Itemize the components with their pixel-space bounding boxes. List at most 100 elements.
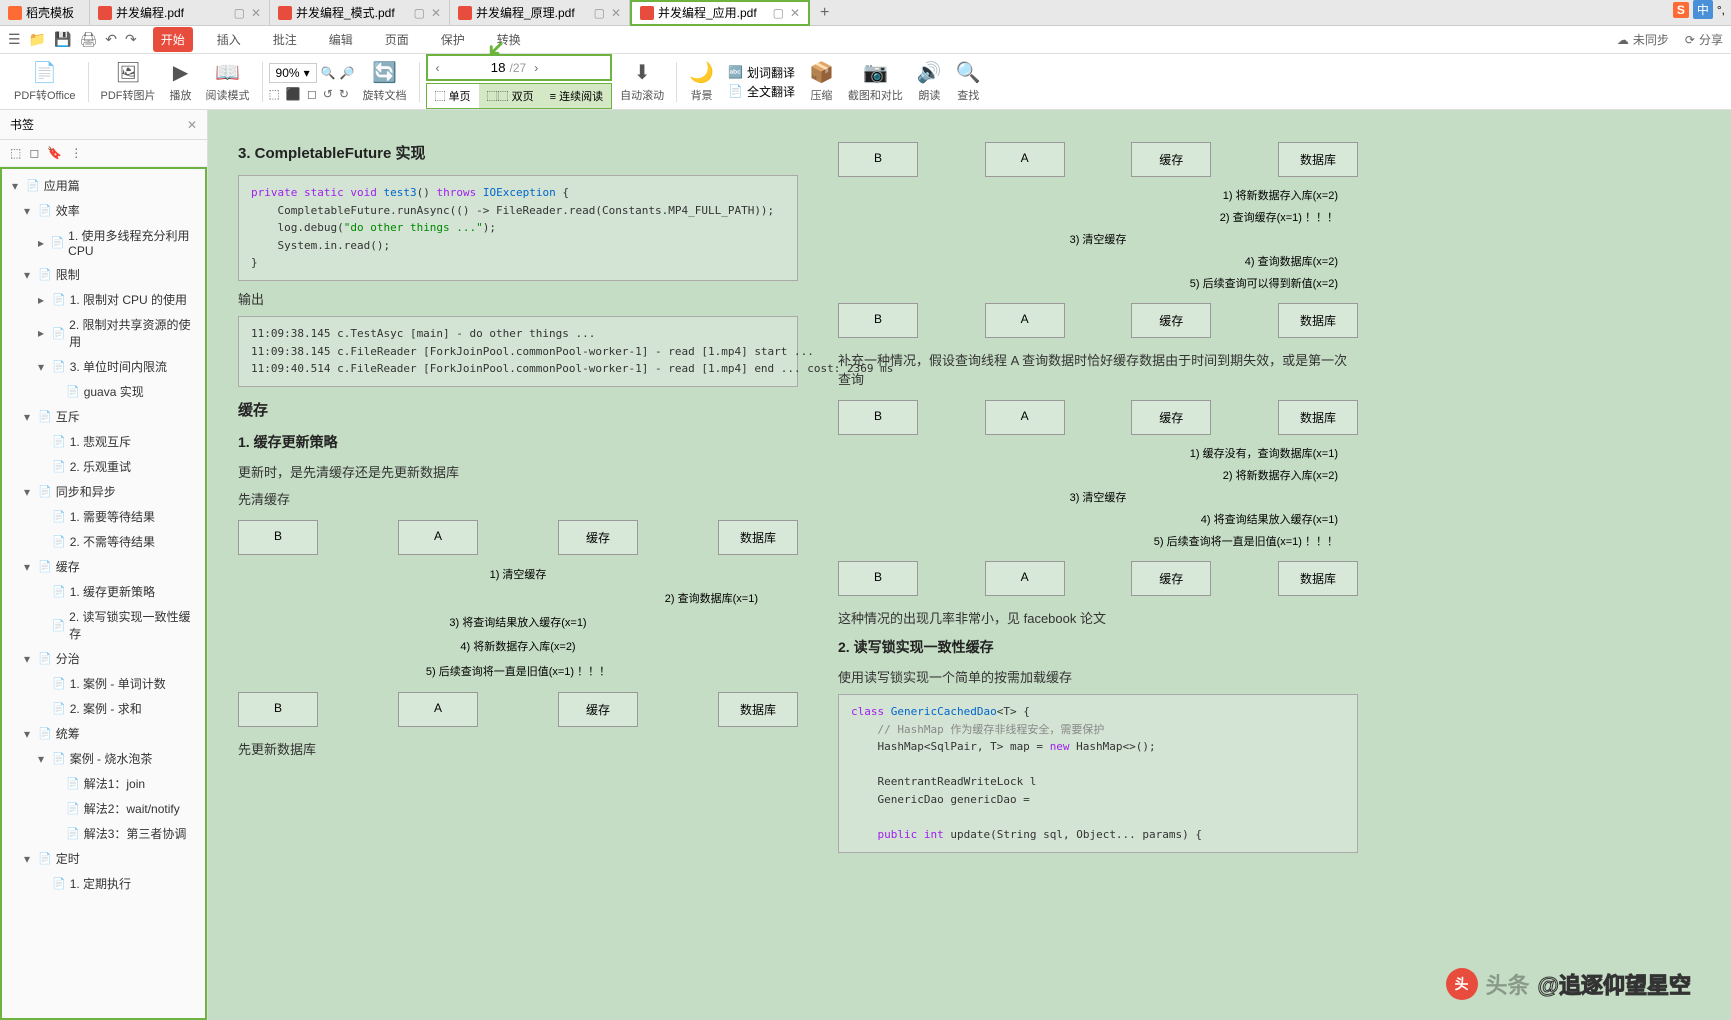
zoom-select[interactable]: 90% ▾: [269, 63, 317, 83]
bookmark-item[interactable]: 📄解法3：第三者协调: [6, 821, 201, 846]
bookmark-item[interactable]: ▾📄分治: [6, 646, 201, 671]
tree-toggle-icon[interactable]: ▾: [24, 204, 34, 218]
screenshot-button[interactable]: 📷 截图和对比: [842, 61, 909, 103]
double-page-button[interactable]: ⬚⬚ 双页: [479, 84, 542, 108]
open-icon[interactable]: 📁: [29, 31, 46, 48]
tab-pdf-active[interactable]: 并发编程_应用.pdf ▢ ✕: [630, 0, 810, 26]
rotate-left-icon[interactable]: ↺: [323, 87, 333, 101]
tree-toggle-icon[interactable]: ▾: [24, 727, 34, 741]
bookmark-item[interactable]: ▾📄统筹: [6, 721, 201, 746]
redo-icon[interactable]: ↷: [125, 31, 137, 48]
bookmark-item[interactable]: 📄guava 实现: [6, 379, 201, 404]
bookmark-item[interactable]: ▾📄案例 - 烧水泡茶: [6, 746, 201, 771]
next-page-button[interactable]: ›: [528, 59, 544, 77]
bookmark-item[interactable]: 📄1. 定期执行: [6, 871, 201, 896]
bookmark-item[interactable]: 📄1. 缓存更新策略: [6, 579, 201, 604]
tab-pdf-1[interactable]: 并发编程.pdf ▢ ✕: [90, 0, 270, 26]
bookmark-item[interactable]: ▾📄定时: [6, 846, 201, 871]
menu-icon[interactable]: ☰: [8, 31, 21, 48]
bookmark-item[interactable]: 📄2. 不需等待结果: [6, 529, 201, 554]
pdf-content[interactable]: 3. CompletableFuture 实现 private static v…: [208, 110, 1731, 1020]
tab-close-icon[interactable]: ✕: [251, 6, 261, 20]
bookmark-item[interactable]: ▸📄1. 使用多线程充分利用 CPU: [6, 223, 201, 262]
find-button[interactable]: 🔍 查找: [950, 61, 987, 103]
tree-toggle-icon[interactable]: ▸: [38, 293, 48, 307]
ime-s-icon[interactable]: S: [1673, 2, 1689, 18]
fit-page-icon[interactable]: ⬛: [286, 87, 301, 101]
bookmark-icon[interactable]: 🔖: [47, 146, 62, 160]
menu-tab-page[interactable]: 页面: [377, 27, 417, 52]
rotate-right-icon[interactable]: ↻: [339, 87, 349, 101]
ime-cn-icon[interactable]: 中: [1693, 0, 1713, 19]
full-translate-button[interactable]: 📄 全文翻译: [728, 83, 795, 100]
tab-pin-icon[interactable]: ▢: [773, 6, 784, 20]
tab-close-icon[interactable]: ✕: [611, 6, 621, 20]
undo-icon[interactable]: ↶: [105, 31, 117, 48]
bookmark-item[interactable]: ▾📄互斥: [6, 404, 201, 429]
menu-tab-protect[interactable]: 保护: [433, 27, 473, 52]
compress-button[interactable]: 📦 压缩: [803, 61, 840, 103]
prev-page-button[interactable]: ‹: [430, 59, 446, 77]
tool-icon-1[interactable]: ⬚: [10, 146, 21, 160]
tool-icon-4[interactable]: ⋮: [70, 146, 82, 160]
tree-toggle-icon[interactable]: ▾: [24, 410, 34, 424]
tab-close-icon[interactable]: ✕: [431, 6, 441, 20]
menu-tab-start[interactable]: 开始: [153, 27, 193, 52]
tab-template[interactable]: 稻壳模板: [0, 0, 90, 26]
menu-tab-annotate[interactable]: 批注: [265, 27, 305, 52]
bookmark-item[interactable]: ▸📄2. 限制对共享资源的使用: [6, 312, 201, 354]
close-sidebar-icon[interactable]: ✕: [187, 118, 197, 132]
tree-toggle-icon[interactable]: ▾: [12, 179, 22, 193]
tab-pin-icon[interactable]: ▢: [234, 6, 245, 20]
bookmark-item[interactable]: 📄2. 乐观重试: [6, 454, 201, 479]
bookmark-item[interactable]: 📄解法1：join: [6, 771, 201, 796]
bookmark-item[interactable]: ▾📄3. 单位时间内限流: [6, 354, 201, 379]
bookmark-item[interactable]: 📄1. 悲观互斥: [6, 429, 201, 454]
menu-tab-insert[interactable]: 插入: [209, 27, 249, 52]
tab-pin-icon[interactable]: ▢: [414, 6, 425, 20]
bookmark-item[interactable]: ▾📄限制: [6, 262, 201, 287]
bookmark-item[interactable]: 📄解法2：wait/notify: [6, 796, 201, 821]
tab-pdf-3[interactable]: 并发编程_原理.pdf ▢ ✕: [450, 0, 630, 26]
bookmark-item[interactable]: ▾📄缓存: [6, 554, 201, 579]
tree-toggle-icon[interactable]: ▾: [24, 852, 34, 866]
tree-toggle-icon[interactable]: ▾: [38, 752, 48, 766]
tab-pdf-2[interactable]: 并发编程_模式.pdf ▢ ✕: [270, 0, 450, 26]
background-button[interactable]: 🌙 背景: [683, 61, 720, 103]
fit-width-icon[interactable]: ⬚: [269, 87, 280, 101]
actual-size-icon[interactable]: ◻: [307, 87, 317, 101]
share-label[interactable]: 分享: [1699, 31, 1723, 48]
menu-tab-edit[interactable]: 编辑: [321, 27, 361, 52]
bookmark-item[interactable]: ▾📄同步和异步: [6, 479, 201, 504]
zoom-in-icon[interactable]: 🔍: [321, 66, 336, 80]
zoom-out-icon[interactable]: 🔎: [340, 66, 355, 80]
tree-toggle-icon[interactable]: ▾: [24, 652, 34, 666]
tree-toggle-icon[interactable]: ▾: [38, 360, 48, 374]
bookmark-item[interactable]: ▾📄应用篇: [6, 173, 201, 198]
tab-close-icon[interactable]: ✕: [790, 6, 800, 20]
save-icon[interactable]: 💾: [54, 31, 71, 48]
auto-scroll-button[interactable]: ⬇ 自动滚动: [614, 61, 670, 103]
print-icon[interactable]: 🖨: [79, 31, 97, 48]
word-translate-button[interactable]: 🔤 划词翻译: [728, 64, 795, 81]
play-button[interactable]: ▶ 播放: [164, 61, 198, 103]
tree-toggle-icon[interactable]: ▸: [38, 326, 47, 340]
single-page-button[interactable]: ⬚ 单页: [427, 84, 479, 108]
read-mode-button[interactable]: 📖 阅读模式: [200, 61, 256, 103]
bookmark-item[interactable]: 📄1. 案例 - 单词计数: [6, 671, 201, 696]
pdf-to-image-button[interactable]: 🖼 PDF转图片: [95, 61, 162, 103]
tree-toggle-icon[interactable]: ▸: [38, 236, 46, 250]
tab-add-button[interactable]: +: [810, 4, 839, 22]
rotate-doc-button[interactable]: 🔄 旋转文档: [357, 61, 413, 103]
tree-toggle-icon[interactable]: ▾: [24, 485, 34, 499]
bookmark-item[interactable]: 📄2. 案例 - 求和: [6, 696, 201, 721]
tab-pin-icon[interactable]: ▢: [594, 6, 605, 20]
tree-toggle-icon[interactable]: ▾: [24, 560, 34, 574]
bookmark-item[interactable]: ▾📄效率: [6, 198, 201, 223]
tree-toggle-icon[interactable]: ▾: [24, 268, 34, 282]
ime-more-icon[interactable]: °,: [1717, 3, 1725, 17]
tool-icon-2[interactable]: ◻: [29, 146, 39, 160]
continuous-button[interactable]: ≡ 连续阅读: [542, 84, 611, 108]
pdf-to-office-button[interactable]: 📄 PDF转Office: [8, 61, 82, 103]
sync-status[interactable]: 未同步: [1633, 31, 1669, 48]
